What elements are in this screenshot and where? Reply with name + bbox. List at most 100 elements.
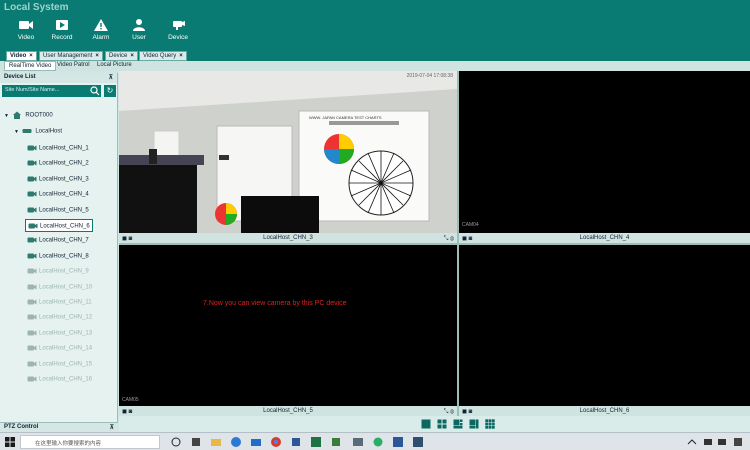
expand-icon[interactable]: ▼ [14, 129, 20, 135]
channel-item[interactable]: LocalHost_CHN_3 [25, 173, 91, 186]
video-cell-bar: ◼ ◙ LocalHost_CHN_6 [459, 406, 750, 416]
channel-item[interactable]: LocalHost_CHN_11 [25, 296, 94, 309]
camera-icon [27, 345, 37, 351]
record-icon [56, 20, 68, 30]
toolbar-alarm-button[interactable]: Alarm [81, 18, 121, 48]
tab-user-management[interactable]: User Management × [39, 51, 103, 61]
channel-item[interactable]: LocalHost_CHN_16 [25, 373, 94, 386]
channel-item[interactable]: LocalHost_CHN_9 [25, 265, 91, 278]
subtab-realtime-video[interactable]: RealTime Video [4, 61, 57, 71]
toolbar-device-button[interactable]: Device [158, 18, 198, 48]
main-area: RealTime Video Video Patrol Local Pictur… [0, 61, 750, 432]
chrome-icon[interactable] [270, 436, 282, 448]
video-cell-1[interactable]: 2019-07-04 17:08:38 WWW. JAPAN CAMERA TE… [119, 71, 457, 243]
layout-9-icon[interactable] [485, 419, 495, 429]
camera-icon [27, 330, 37, 336]
tree-root[interactable]: ▼ ROOT000 [4, 111, 53, 123]
layout-8-icon[interactable] [469, 419, 479, 429]
toolbar-video-button[interactable]: Video [6, 18, 46, 48]
expand-icon[interactable]: ▼ [4, 113, 10, 119]
taskbar-search-input[interactable]: 在这里输入你要搜索的内容 [20, 435, 160, 449]
cell-controls-icon[interactable]: ⤡ ⊗ [444, 234, 454, 244]
toolbar-user-button[interactable]: User [119, 18, 159, 48]
subtab-strip: RealTime Video Video Patrol Local Pictur… [0, 61, 750, 71]
alarm-icon [94, 19, 108, 31]
channel-item[interactable]: LocalHost_CHN_10 [25, 281, 94, 294]
camera-icon [27, 145, 37, 151]
device-search-input[interactable]: Site Num/Site Name... [2, 85, 101, 97]
tree-host[interactable]: ▼ LocalHost [14, 127, 62, 139]
pin-icon[interactable]: ⊼ [110, 424, 114, 431]
tab-video-query[interactable]: Video Query × [139, 51, 187, 61]
camera-icon [27, 314, 37, 320]
tab-strip: Video × User Management × Device × Video Qu… [0, 50, 750, 61]
camera-controls-icon[interactable]: ◼ ◙ [122, 234, 132, 244]
layout-6-icon[interactable] [453, 419, 463, 429]
camera-icon [27, 284, 37, 290]
subtab-video-patrol[interactable]: Video Patrol [53, 61, 94, 71]
pin-icon[interactable]: ⊼ [109, 74, 113, 81]
layout-bar [119, 416, 750, 432]
close-icon[interactable]: × [95, 53, 99, 59]
search-icon[interactable] [90, 86, 100, 96]
host-icon [22, 129, 32, 133]
camera-icon [27, 207, 37, 213]
excel-icon[interactable] [310, 436, 322, 448]
channel-item[interactable]: LocalHost_CHN_2 [25, 157, 91, 170]
cms-app-icon[interactable] [352, 436, 364, 448]
subtab-local-picture[interactable]: Local Picture [93, 61, 136, 71]
osd-timestamp: 2019-07-04 17:08:38 [406, 73, 453, 79]
search-row: Site Num/Site Name... ↻ [0, 85, 117, 99]
file-explorer-icon[interactable] [210, 436, 222, 448]
channel-item[interactable]: LocalHost_CHN_13 [25, 327, 94, 340]
camera-controls-icon[interactable]: ◼ ◙ [462, 234, 472, 244]
camera-icon [27, 253, 37, 259]
close-icon[interactable]: × [179, 53, 183, 59]
cam-label: CAM04 [462, 222, 479, 228]
wechat-icon[interactable] [372, 436, 384, 448]
app-icon[interactable] [290, 436, 302, 448]
home-icon [12, 111, 21, 119]
tab-video[interactable]: Video × [6, 51, 37, 61]
channel-item[interactable]: LocalHost_CHN_1 [25, 142, 91, 155]
ptz-control-header[interactable]: PTZ Control ⊼ [0, 422, 118, 432]
device-icon [173, 21, 185, 30]
app-title: Local System [4, 2, 69, 13]
camera-feed-image [119, 71, 457, 233]
layout-1-icon[interactable] [421, 419, 431, 429]
tab-device[interactable]: Device × [105, 51, 138, 61]
windows-start-icon[interactable] [4, 436, 16, 448]
video-cell-3[interactable]: 7.Now you can view camera by this PC dev… [119, 245, 457, 416]
camera-icon [27, 268, 37, 274]
channel-item[interactable]: LocalHost_CHN_15 [25, 358, 94, 371]
app-window: Local System Video Record Alarm User Dev… [0, 0, 750, 450]
video-cell-2[interactable]: CAM04 ◼ ◙ LocalHost_CHN_4 [459, 71, 750, 243]
channel-item[interactable]: LocalHost_CHN_4 [25, 188, 91, 201]
toolbar-record-button[interactable]: Record [42, 18, 82, 48]
channel-item[interactable]: LocalHost_CHN_12 [25, 311, 94, 324]
channel-item[interactable]: LocalHost_CHN_14 [25, 342, 94, 355]
channel-item[interactable]: LocalHost_CHN_5 [25, 204, 91, 217]
system-tray-icon[interactable] [684, 436, 744, 448]
app-icon[interactable] [412, 436, 424, 448]
video-grid: 2019-07-04 17:08:38 WWW. JAPAN CAMERA TE… [119, 71, 750, 416]
channel-item[interactable]: LocalHost_CHN_7 [25, 234, 91, 247]
video-cell-4[interactable]: ◼ ◙ LocalHost_CHN_6 [459, 245, 750, 416]
camera-icon [27, 160, 37, 166]
close-icon[interactable]: × [130, 53, 134, 59]
close-icon[interactable]: × [29, 53, 33, 59]
video-cell-bar: ◼ ◙ LocalHost_CHN_3 ⤡ ⊗ [119, 233, 457, 243]
store-app-icon[interactable] [190, 436, 202, 448]
camera-icon [27, 191, 37, 197]
edge-browser-icon[interactable] [230, 436, 242, 448]
refresh-button[interactable]: ↻ [104, 85, 116, 97]
os-taskbar: 在这里输入你要搜索的内容 [0, 432, 750, 450]
app-icon[interactable] [330, 436, 342, 448]
word-icon[interactable] [392, 436, 404, 448]
layout-4-icon[interactable] [437, 419, 447, 429]
mail-app-icon[interactable] [250, 436, 262, 448]
channel-item[interactable]: LocalHost_CHN_8 [25, 250, 91, 263]
channel-item[interactable]: LocalHost_CHN_6 [25, 219, 93, 232]
camera-icon [27, 237, 37, 243]
task-view-icon[interactable] [170, 436, 182, 448]
